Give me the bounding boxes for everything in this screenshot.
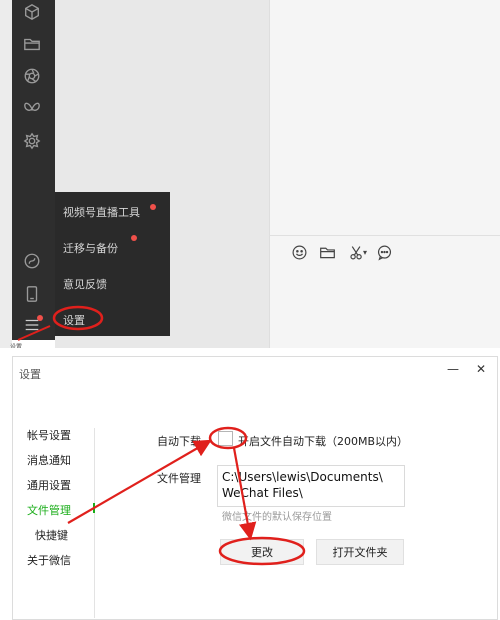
- screenshot-options-caret[interactable]: ▾: [363, 248, 367, 257]
- auto-download-label: 自动下载: [157, 435, 201, 448]
- cube-icon[interactable]: [22, 2, 42, 22]
- menu-item-migrate-backup[interactable]: 迁移与备份: [63, 240, 118, 256]
- butterfly-icon[interactable]: [22, 99, 42, 119]
- minimize-button[interactable]: —: [447, 362, 459, 376]
- auto-download-checkbox[interactable]: [218, 431, 233, 446]
- nav-divider: [94, 428, 95, 618]
- auto-download-text: 开启文件自动下载（200MB以内）: [238, 435, 409, 448]
- chat-bubble-icon[interactable]: [374, 242, 394, 262]
- menu-notification-dot: [37, 315, 43, 321]
- nav-about-wechat[interactable]: 关于微信: [27, 552, 71, 568]
- migrate-dot: [131, 235, 137, 241]
- file-management-label: 文件管理: [157, 472, 201, 485]
- menu-item-live-tools[interactable]: 视频号直播工具: [63, 204, 140, 220]
- close-button[interactable]: ✕: [476, 362, 486, 376]
- aperture-icon[interactable]: [22, 66, 42, 86]
- nav-file-management[interactable]: 文件管理: [27, 502, 71, 518]
- screenshot-separator: [0, 348, 500, 356]
- change-button[interactable]: 更改: [220, 539, 304, 565]
- chat-message-area: [269, 0, 500, 235]
- menu-item-feedback[interactable]: 意见反馈: [63, 276, 107, 292]
- menu-item-settings[interactable]: 设置: [63, 312, 85, 328]
- open-folder-button[interactable]: 打开文件夹: [316, 539, 404, 565]
- save-path-hint: 微信文件的默认保存位置: [222, 512, 332, 523]
- nav-message-notifications[interactable]: 消息通知: [27, 452, 71, 468]
- nav-active-indicator: [93, 503, 95, 513]
- live-tools-dot: [150, 204, 156, 210]
- nav-shortcuts[interactable]: 快捷键: [35, 527, 68, 543]
- emoji-icon[interactable]: [289, 242, 309, 262]
- phone-icon[interactable]: [22, 284, 42, 304]
- send-file-icon[interactable]: [317, 242, 337, 262]
- gear-flower-icon[interactable]: [22, 131, 42, 151]
- window-edge: [0, 0, 12, 350]
- folder-icon[interactable]: [22, 34, 42, 54]
- save-path-line-2: WeChat Files\: [222, 486, 303, 500]
- save-path-text: C:\Users\lewis\Documents\ WeChat Files\: [222, 469, 402, 501]
- save-path-line-1: C:\Users\lewis\Documents\: [222, 470, 383, 484]
- nav-general-settings[interactable]: 通用设置: [27, 477, 71, 493]
- nav-account-settings[interactable]: 帐号设置: [27, 427, 71, 443]
- dialog-title: 设置: [19, 368, 41, 381]
- mini-program-icon[interactable]: [22, 251, 42, 271]
